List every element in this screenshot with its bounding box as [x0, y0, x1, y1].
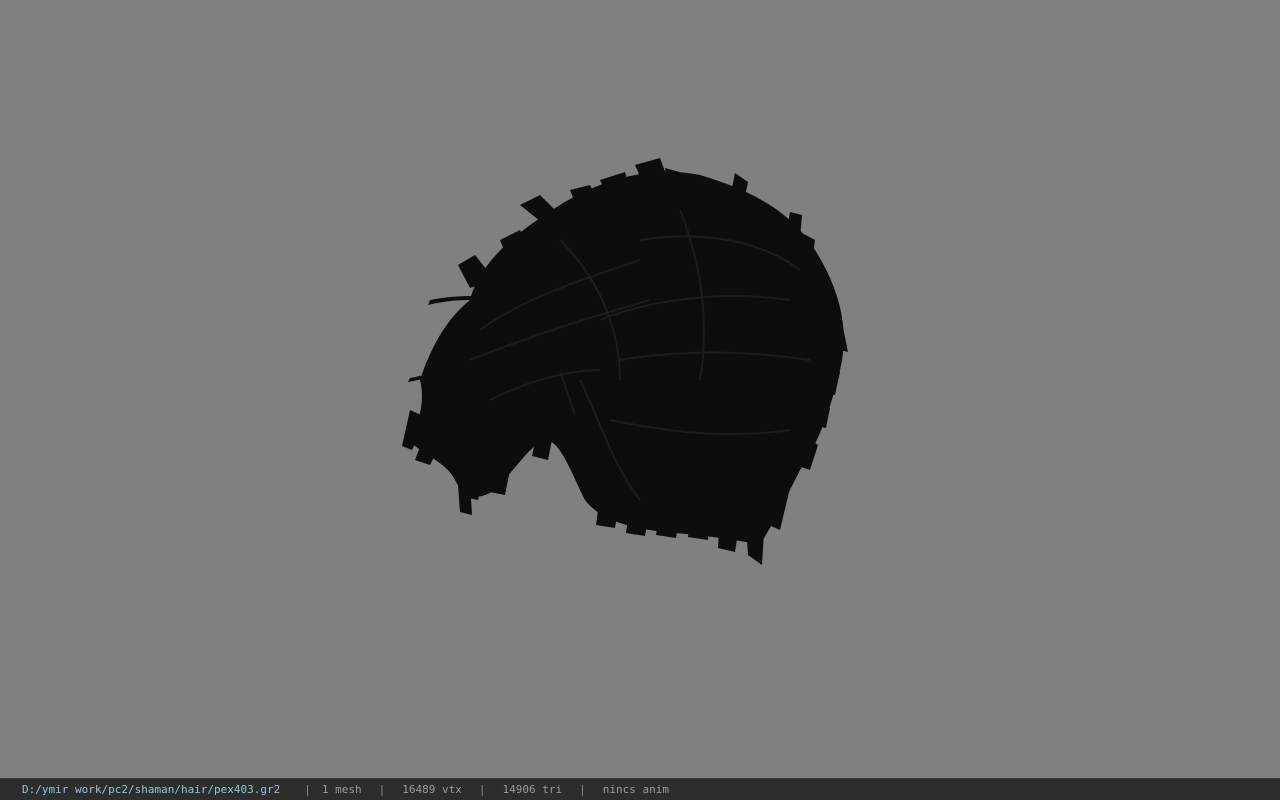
status-separator: | [304, 783, 311, 796]
status-separator: | [478, 783, 486, 796]
triangle-count-label: 14906 tri [502, 783, 563, 796]
status-bar: D:/ymir work/pc2/shaman/hair/pex403.gr2 |… [0, 778, 1280, 800]
mesh-count-label: 1 mesh [321, 783, 362, 796]
hair-model-render[interactable] [0, 0, 1280, 778]
status-separator: | [579, 783, 586, 796]
vertex-count-label: 16489 vtx [402, 783, 462, 796]
animation-status-label: nincs anim [602, 783, 669, 796]
status-separator: | [378, 783, 386, 796]
3d-viewport[interactable] [0, 0, 1280, 778]
file-path-label: D:/ymir work/pc2/shaman/hair/pex403.gr2 [22, 783, 281, 796]
hair-mesh [402, 158, 848, 565]
